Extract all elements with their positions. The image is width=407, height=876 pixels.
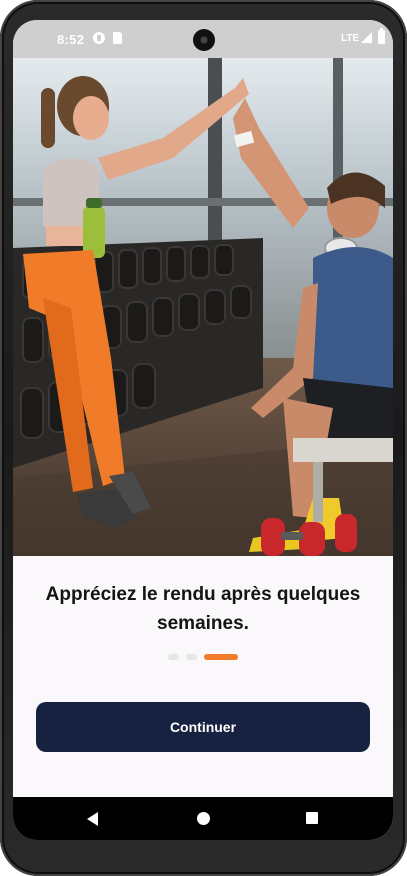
front-camera bbox=[193, 29, 215, 51]
status-bar: 8:52 LTE bbox=[13, 20, 393, 58]
google-icon bbox=[93, 32, 105, 44]
onboarding-headline: Appréciez le rendu après quelques semain… bbox=[45, 584, 361, 634]
recents-icon[interactable] bbox=[306, 812, 318, 824]
status-time: 8:52 bbox=[57, 32, 85, 47]
hero-image bbox=[13, 58, 393, 556]
page-indicator-dot-3-active[interactable] bbox=[204, 654, 238, 660]
battery-icon bbox=[378, 28, 385, 44]
signal-icon bbox=[361, 32, 372, 43]
page-indicator-dot-1[interactable] bbox=[168, 654, 179, 660]
app-screen: 8:52 LTE Appréciez le rendu après quelqu… bbox=[13, 20, 393, 840]
sd-card-icon bbox=[113, 32, 122, 44]
continue-button[interactable]: Continuer bbox=[36, 702, 370, 752]
phone-frame: 8:52 LTE Appréciez le rendu après quelqu… bbox=[0, 0, 407, 876]
home-icon[interactable] bbox=[197, 812, 210, 825]
gym-couple-high-five-photo bbox=[13, 58, 393, 556]
network-label: LTE bbox=[341, 33, 360, 44]
system-nav-bar bbox=[13, 797, 393, 840]
page-indicator-dot-2[interactable] bbox=[186, 654, 197, 660]
back-icon[interactable] bbox=[87, 812, 98, 826]
